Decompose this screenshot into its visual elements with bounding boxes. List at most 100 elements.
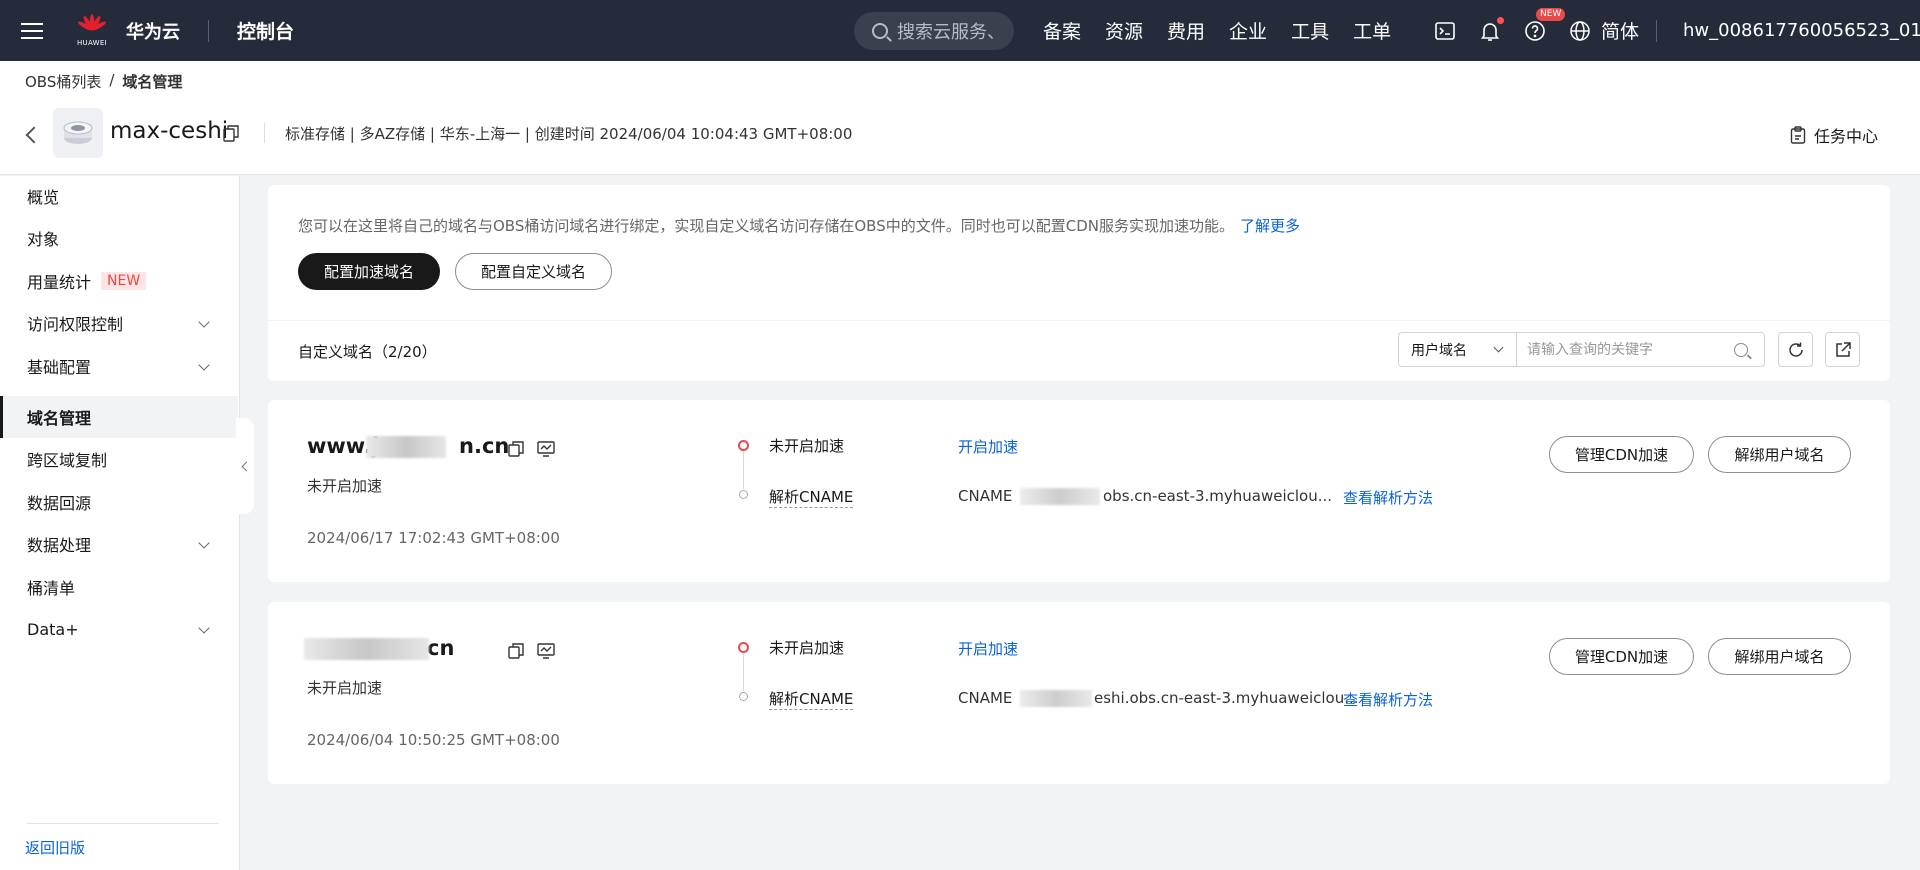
monitor-icon[interactable] bbox=[536, 439, 556, 459]
back-arrow-icon[interactable] bbox=[25, 126, 43, 144]
sidebar-item-label: 用量统计 bbox=[27, 273, 92, 292]
chevron-down-icon bbox=[198, 537, 210, 549]
redacted-blur bbox=[1020, 690, 1092, 707]
search-placeholder: 搜索云服务、 bbox=[897, 22, 1005, 43]
copy-icon[interactable] bbox=[506, 439, 526, 459]
filter-field-select[interactable]: 用户域名 bbox=[1399, 333, 1517, 366]
step-dot-todo bbox=[739, 490, 748, 499]
sidebar-item-label: 域名管理 bbox=[27, 409, 92, 428]
created-time: 2024/06/17 17:02:43 GMT+08:00 bbox=[307, 529, 560, 547]
huawei-logo-icon: HUAWEI bbox=[72, 11, 112, 51]
redacted-blur bbox=[1020, 488, 1100, 505]
new-badge: NEW bbox=[1536, 7, 1566, 21]
manage-cdn-acceleration-button[interactable]: 管理CDN加速 bbox=[1549, 638, 1694, 675]
cname-label: CNAME bbox=[958, 689, 1013, 707]
sidebar-item-data-back-to-source[interactable]: 数据回源 bbox=[0, 481, 238, 523]
view-resolution-method-link[interactable]: 查看解析方法 bbox=[1343, 689, 1433, 710]
step-dot-todo bbox=[739, 692, 748, 701]
chevron-down-icon bbox=[198, 359, 210, 371]
global-search[interactable]: 搜索云服务、 bbox=[854, 12, 1014, 50]
domain-card: cn 未开启加速 2024/06/04 10:50:25 GMT+08:00 未… bbox=[268, 602, 1890, 784]
sidebar-item-bucket-inventory[interactable]: 桶清单 bbox=[0, 566, 238, 608]
export-button[interactable] bbox=[1825, 332, 1860, 367]
enable-acceleration-link[interactable]: 开启加速 bbox=[958, 638, 1018, 659]
nav-resources[interactable]: 资源 bbox=[1105, 17, 1143, 44]
refresh-button[interactable] bbox=[1778, 332, 1813, 367]
sidebar-item-basic-config[interactable]: 基础配置 bbox=[0, 345, 238, 387]
sidebar-item-label: 数据回源 bbox=[27, 494, 92, 513]
console-title[interactable]: 控制台 bbox=[237, 17, 294, 44]
sidebar: 概览 对象 用量统计 NEW 访问权限控制 基础配置 域名管理 跨区域复制 数据回… bbox=[0, 176, 240, 870]
step-cname-label[interactable]: 解析CNAME bbox=[769, 486, 854, 508]
monitor-icon[interactable] bbox=[536, 641, 556, 661]
task-center-button[interactable]: 任务中心 bbox=[1790, 123, 1878, 147]
sidebar-item-data-processing[interactable]: 数据处理 bbox=[0, 523, 238, 565]
sidebar-item-label: Data+ bbox=[27, 619, 79, 639]
bell-icon[interactable] bbox=[1477, 16, 1504, 44]
sidebar-item-cross-region-replication[interactable]: 跨区域复制 bbox=[0, 438, 238, 480]
info-description: 您可以在这里将自己的域名与OBS桶访问域名进行绑定，实现自定义域名访问存储在OB… bbox=[298, 215, 1300, 236]
step-acceleration-label: 未开启加速 bbox=[769, 437, 845, 455]
logo-text: 华为云 bbox=[126, 21, 180, 43]
terminal-icon[interactable] bbox=[1432, 18, 1458, 44]
sidebar-item-data-plus[interactable]: Data+ bbox=[0, 608, 238, 650]
domain-card: www.j n.cn 未开启加速 2024/06/17 17:02:43 GMT+… bbox=[268, 400, 1890, 582]
nav-billing[interactable]: 费用 bbox=[1167, 17, 1205, 44]
view-resolution-method-link[interactable]: 查看解析方法 bbox=[1343, 487, 1433, 508]
nav-enterprise[interactable]: 企业 bbox=[1229, 17, 1267, 44]
huawei-cloud-logo[interactable]: HUAWEI 华为云 bbox=[72, 11, 180, 51]
sidebar-item-domain-management[interactable]: 域名管理 bbox=[0, 396, 238, 438]
learn-more-link[interactable]: 了解更多 bbox=[1240, 217, 1300, 235]
sidebar-collapse-toggle[interactable] bbox=[236, 418, 254, 514]
notification-dot bbox=[1497, 16, 1504, 24]
filter-keyword-input[interactable] bbox=[1517, 333, 1734, 366]
logo-small-text: HUAWEI bbox=[76, 39, 107, 47]
step-cname-label[interactable]: 解析CNAME bbox=[769, 688, 854, 710]
bucket-name: max-ceshi bbox=[110, 118, 229, 144]
divider bbox=[264, 123, 265, 143]
export-icon bbox=[1835, 341, 1851, 357]
user-account[interactable]: hw_008617760056523_01 bbox=[1683, 0, 1920, 61]
configure-custom-domain-button[interactable]: 配置自定义域名 bbox=[455, 253, 612, 290]
chevron-down-icon bbox=[1493, 342, 1504, 353]
help-icon[interactable]: NEW bbox=[1522, 7, 1566, 44]
acceleration-status: 未开启加速 bbox=[307, 477, 383, 495]
globe-icon[interactable] bbox=[1567, 18, 1593, 44]
copy-icon[interactable] bbox=[506, 641, 526, 661]
configure-acceleration-domain-button[interactable]: 配置加速域名 bbox=[298, 253, 440, 290]
domain-info-panel: 您可以在这里将自己的域名与OBS桶访问域名进行绑定，实现自定义域名访问存储在OB… bbox=[268, 185, 1890, 320]
copy-icon[interactable] bbox=[223, 124, 239, 142]
domain-filter: 用户域名 bbox=[1398, 332, 1765, 367]
sidebar-item-usage[interactable]: 用量统计 NEW bbox=[0, 260, 238, 302]
task-center-label: 任务中心 bbox=[1814, 127, 1879, 146]
domain-name-suffix: cn bbox=[427, 636, 455, 660]
divider bbox=[208, 19, 209, 42]
unbind-user-domain-button[interactable]: 解绑用户域名 bbox=[1708, 436, 1851, 473]
sidebar-item-overview[interactable]: 概览 bbox=[0, 175, 238, 217]
menu-icon[interactable] bbox=[0, 0, 64, 61]
chevron-down-icon bbox=[198, 316, 210, 328]
search-icon[interactable] bbox=[1734, 342, 1748, 357]
info-text: 您可以在这里将自己的域名与OBS桶访问域名进行绑定，实现自定义域名访问存储在OB… bbox=[298, 217, 1234, 235]
manage-cdn-acceleration-button[interactable]: 管理CDN加速 bbox=[1549, 436, 1694, 473]
breadcrumb-bucket-list[interactable]: OBS桶列表 bbox=[25, 71, 101, 92]
back-to-old-version-link[interactable]: 返回旧版 bbox=[25, 837, 85, 858]
top-icon-group: NEW 简体 bbox=[1432, 0, 1639, 61]
nav-tools[interactable]: 工具 bbox=[1291, 17, 1329, 44]
enable-acceleration-link[interactable]: 开启加速 bbox=[958, 436, 1018, 457]
timeline-connector bbox=[743, 653, 744, 691]
sidebar-item-label: 桶清单 bbox=[27, 579, 76, 598]
domain-list-title: 自定义域名（2/20） bbox=[298, 343, 437, 361]
unbind-user-domain-button[interactable]: 解绑用户域名 bbox=[1708, 638, 1851, 675]
language-switch[interactable]: 简体 bbox=[1601, 17, 1639, 44]
nav-filing[interactable]: 备案 bbox=[1043, 17, 1081, 44]
breadcrumb-current: 域名管理 bbox=[122, 73, 183, 91]
step-acceleration-label: 未开启加速 bbox=[769, 639, 845, 657]
sidebar-item-objects[interactable]: 对象 bbox=[0, 217, 238, 259]
step-dot-pending bbox=[738, 440, 749, 451]
nav-tickets[interactable]: 工单 bbox=[1353, 17, 1391, 44]
sidebar-item-access-control[interactable]: 访问权限控制 bbox=[0, 302, 238, 344]
refresh-icon bbox=[1788, 342, 1803, 357]
breadcrumb-separator: / bbox=[109, 71, 115, 89]
cname-label: CNAME bbox=[958, 487, 1013, 505]
